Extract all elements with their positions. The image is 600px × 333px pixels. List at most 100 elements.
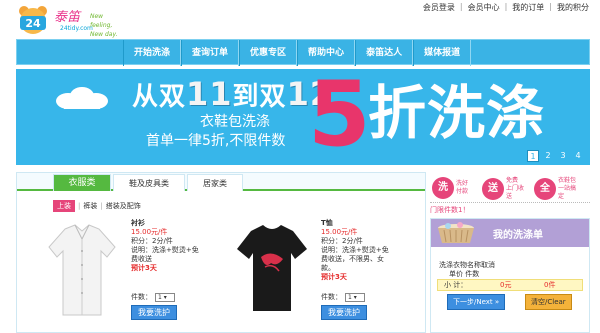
product-desc-2: 费收送 [131, 255, 152, 263]
product-points: 积分：2分/件 [321, 237, 363, 245]
banner-offer: 首单一律5折,不限件数 [146, 133, 286, 149]
quantity-value: 1 [158, 294, 162, 301]
subtotal-price: 0元 [500, 281, 512, 289]
category-tabs: 衣服类 鞋及皮具类 居家类 [17, 173, 425, 191]
nav-query-order[interactable]: 查询订单 [181, 40, 240, 66]
cloud-icon [56, 87, 108, 109]
nav-tidy-experts[interactable]: 泰笛达人 [355, 40, 414, 66]
nav-promotions[interactable]: 优惠专区 [239, 40, 298, 66]
cart-columns: 洗涤衣物名称取消 单价 件数 [439, 261, 495, 279]
slogan-line-1: New feeling, [90, 13, 113, 29]
feature-free-pickup: 送 免费 上门收送 [482, 177, 528, 201]
product-info: 衬衫 15.00元/件 积分：2分/件 说明：洗涤+熨烫+免 费收送 预计3天 … [131, 219, 231, 320]
banner-headline: 从双11到双12 [132, 75, 333, 113]
banner-page-3[interactable]: 3 [557, 150, 569, 162]
clear-button[interactable]: 清空/Clear [525, 294, 572, 310]
quantity-label: 件数： [321, 293, 342, 301]
product-card: T恤 15.00元/件 积分：2分/件 说明：洗涤+熨烫+免 费收送，不限男、女… [227, 217, 427, 329]
banner-headline-part-a: 从双 [132, 82, 187, 112]
all-circle-icon: 全 [534, 178, 556, 200]
product-return-time: 预计3天 [321, 273, 347, 281]
banner-headline-part-c: 到双 [232, 82, 287, 112]
product-price: 15.00元/件 [131, 228, 168, 236]
cart-column-price-qty: 单价 件数 [449, 270, 480, 278]
member-center-link[interactable]: 会员中心 [463, 2, 505, 13]
banner-discount-word: 折洗涤 [368, 79, 546, 147]
product-info: T恤 15.00元/件 积分：2分/件 说明：洗涤+熨烫+免 费收送，不限男、女… [321, 219, 421, 320]
sub-category-tabs: 上装 | 裤装 | 搭装及配饰 [53, 200, 141, 212]
cart-subtotal: 小 计： 0元 0件 [437, 279, 583, 291]
slogan-line-2: New day. [90, 31, 118, 38]
quantity-row: 件数： 1 ▾ [131, 293, 231, 302]
product-desc-3: 款。 [321, 264, 335, 272]
product-desc: 说明：洗涤+熨烫+免 [131, 246, 199, 254]
promo-banner[interactable]: 从双11到双12 衣鞋包洗涤 首单一律5折,不限件数 5 折洗涤 1 2 3 4 [16, 69, 590, 165]
tab-home[interactable]: 居家类 [187, 174, 243, 191]
product-name[interactable]: T恤 [321, 219, 421, 228]
quantity-label: 件数： [131, 293, 152, 301]
subtab-accessories[interactable]: 搭装及配饰 [106, 201, 141, 211]
banner-page-2[interactable]: 2 [542, 150, 554, 162]
my-orders-link[interactable]: 我的订单 [507, 2, 549, 13]
banner-page-1[interactable]: 1 [527, 150, 539, 162]
feature-text-line-1: 衣鞋包 [558, 177, 577, 184]
wash-button[interactable]: 我要洗护 [131, 305, 177, 320]
cart-column-name: 洗涤衣物名称取消 [439, 261, 495, 269]
logo-url: 24tidy.com [60, 25, 93, 32]
feature-text-line-1: 洗好 [456, 180, 469, 187]
tshirt-image[interactable] [227, 217, 317, 317]
product-desc-2: 费收送，不限男、女 [321, 255, 384, 263]
logo-slogan: New feeling, New day. [90, 12, 126, 39]
quantity-value: 1 [348, 294, 352, 301]
nav-help-center[interactable]: 帮助中心 [297, 40, 356, 66]
product-card: 衬衫 15.00元/件 积分：2分/件 说明：洗涤+熨烫+免 费收送 预计3天 … [37, 217, 237, 329]
product-points: 积分：2分/件 [131, 237, 173, 245]
wash-cart: 我的洗涤单 洗涤衣物名称取消 单价 件数 小 计： 0元 0件 下一步/Next… [430, 218, 590, 333]
subtotal-label: 小 计： [444, 281, 468, 289]
nav-media-reports[interactable]: 媒体报道 [413, 40, 472, 66]
subtab-tops[interactable]: 上装 [53, 200, 75, 212]
banner-pager: 1 2 3 4 [527, 150, 584, 162]
cart-title: 我的洗涤单 [493, 230, 543, 241]
promo-notice: 门限件数1！ [430, 206, 470, 214]
product-panel: 衣服类 鞋及皮具类 居家类 上装 | 裤装 | 搭装及配饰 衬衫 15.00元/… [16, 172, 426, 333]
feature-text-line-2: 一站搞定 [558, 185, 577, 200]
tab-clothing[interactable]: 衣服类 [53, 174, 111, 191]
quantity-select[interactable]: 1 ▾ [345, 293, 365, 302]
feature-all-in-one: 全 衣鞋包 一站搞定 [534, 177, 580, 201]
main-nav: 开始洗涤 查询订单 优惠专区 帮助中心 泰笛达人 媒体报道 [16, 39, 590, 66]
feature-text-line-1: 免费 [506, 177, 519, 184]
shirt-image[interactable] [37, 217, 127, 317]
banner-page-4[interactable]: 4 [572, 150, 584, 162]
member-login-link[interactable]: 会员登录 [418, 2, 460, 13]
my-points-link[interactable]: 我的积分 [552, 2, 594, 13]
banner-subline: 衣鞋包洗涤 [200, 114, 270, 130]
banner-big-five: 5 [308, 69, 371, 165]
product-name[interactable]: 衬衫 [131, 219, 231, 228]
product-price: 15.00元/件 [321, 228, 358, 236]
feature-text: 衣鞋包 一站搞定 [558, 177, 580, 201]
site-logo[interactable]: 24 泰笛 24tidy.com New feeling, New day. [16, 2, 126, 38]
quantity-row: 件数： 1 ▾ [321, 293, 421, 302]
next-button[interactable]: 下一步/Next » [447, 294, 506, 310]
feature-text-line-2: 上门收送 [506, 185, 525, 200]
quantity-select[interactable]: 1 ▾ [155, 293, 175, 302]
banner-headline-part-b: 11 [186, 75, 233, 113]
logo-chinese-name: 泰笛 [54, 10, 81, 25]
bear-mascot-icon: 24 [19, 6, 47, 34]
divider [430, 202, 590, 203]
laundry-basket-icon [438, 222, 474, 243]
wash-circle-icon: 洗 [432, 177, 454, 199]
delivery-circle-icon: 送 [482, 178, 504, 200]
product-return-time: 预计3天 [131, 264, 157, 272]
subtab-pants[interactable]: 裤装 [83, 201, 97, 211]
product-desc: 说明：洗涤+熨烫+免 [321, 246, 389, 254]
logo-badge: 24 [25, 17, 41, 30]
top-links: 会员登录 | 会员中心 | 我的订单 | 我的积分 [418, 2, 594, 13]
wash-button[interactable]: 我要洗护 [321, 305, 367, 320]
cart-header: 我的洗涤单 [431, 219, 589, 247]
feature-text: 免费 上门收送 [506, 177, 528, 201]
tab-shoes-leather[interactable]: 鞋及皮具类 [113, 174, 185, 191]
feature-pay-after: 洗 洗好 付款 [432, 177, 478, 199]
nav-start-wash[interactable]: 开始洗涤 [123, 40, 182, 66]
